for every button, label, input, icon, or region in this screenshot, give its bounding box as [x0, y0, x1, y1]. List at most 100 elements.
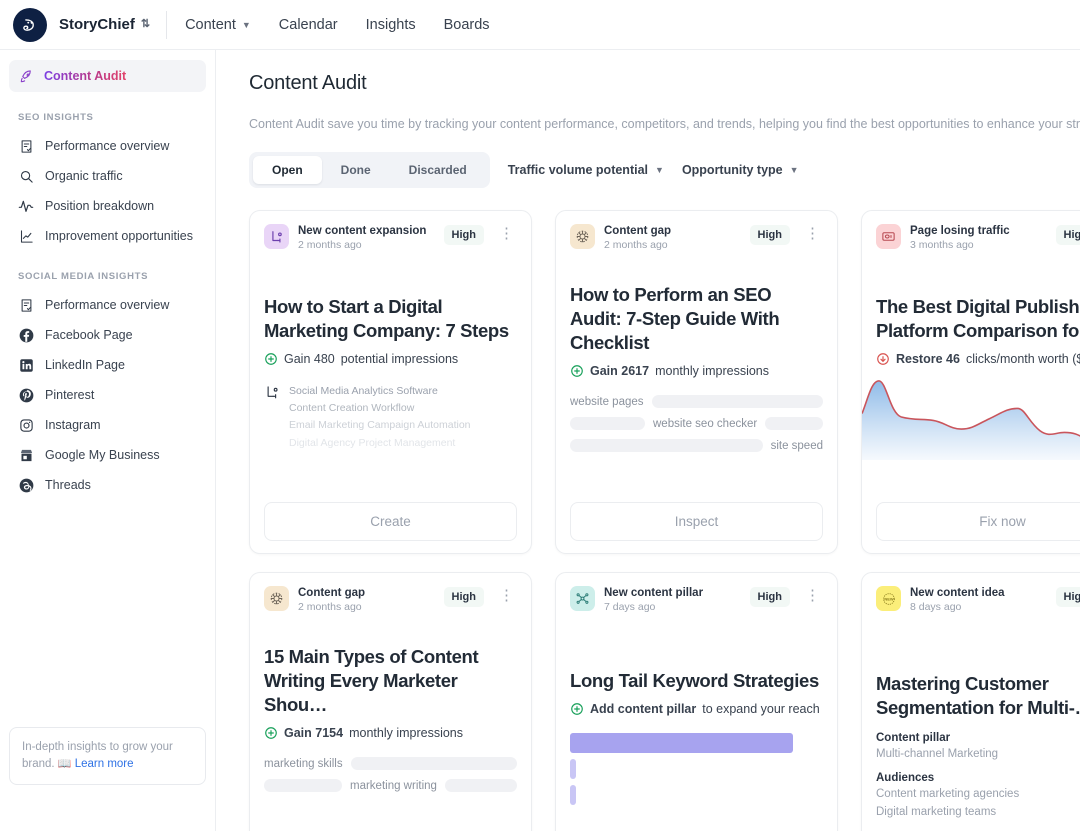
storychief-logo-icon[interactable] [13, 8, 47, 42]
card-visual-keyword-bars: website pages website seo checker site s… [570, 395, 823, 470]
card-timestamp: 2 months ago [298, 239, 435, 251]
card-meta: New content idea 8 days ago [910, 586, 1047, 613]
priority-badge: High [750, 587, 790, 607]
sidebar-group-social-media-insights: SOCIAL MEDIA INSIGHTS [9, 271, 206, 282]
page-body: Content Audit SEO INSIGHTS Performance o… [0, 50, 1080, 831]
sidebar: Content Audit SEO INSIGHTS Performance o… [0, 50, 216, 831]
card-title: 15 Main Types of Content Writing Every M… [264, 645, 517, 717]
sidebar-item-pinterest[interactable]: Pinterest [9, 380, 206, 410]
chevron-up-down-icon: ⇅ [141, 19, 150, 30]
nav-item-insights[interactable]: Insights [366, 17, 416, 33]
chevron-down-icon: ▼ [790, 165, 799, 175]
card-type-label: New content expansion [298, 224, 435, 238]
nav-item-label: Boards [444, 17, 490, 33]
card-cta-button[interactable]: Inspect [570, 502, 823, 541]
nav-item-content[interactable]: Content ▼ [185, 17, 251, 33]
card-meta: Content gap 2 months ago [298, 586, 435, 613]
sidebar-item-seo-performance-overview[interactable]: Performance overview [9, 131, 206, 161]
nav-item-boards[interactable]: Boards [444, 17, 490, 33]
card-gain-line: Add content pillar to expand your reach [570, 702, 823, 716]
new-idea-icon: NEW [876, 586, 901, 611]
card-gain-line: Gain 7154 monthly impressions [264, 726, 517, 740]
card-timestamp: 2 months ago [298, 601, 435, 613]
page-losing-traffic-icon [876, 224, 901, 249]
sidebar-item-linkedin-page[interactable]: LinkedIn Page [9, 350, 206, 380]
content-gap-icon [570, 224, 595, 249]
content-expansion-icon [264, 384, 280, 400]
sidebar-item-label: Instagram [45, 418, 101, 432]
card-menu-icon[interactable]: ⋮ [493, 224, 517, 241]
card-gain-value: Restore 46 [896, 352, 960, 366]
sidebar-item-google-my-business[interactable]: Google My Business [9, 440, 206, 470]
card-menu-icon[interactable]: ⋮ [493, 586, 517, 603]
plus-circle-icon [264, 726, 278, 740]
sidebar-item-label: Content Audit [44, 69, 126, 83]
main-content: Content Audit Content Audit save you tim… [216, 50, 1080, 831]
primary-nav: Content ▼ Calendar Insights Boards [185, 17, 490, 33]
card-visual-decline-chart [876, 383, 1080, 458]
sidebar-item-position-breakdown[interactable]: Position breakdown [9, 191, 206, 221]
card-cta-button[interactable]: Create [264, 502, 517, 541]
priority-badge: High [1056, 225, 1080, 245]
page-title: Content Audit [249, 72, 1080, 95]
sidebar-item-label: Performance overview [45, 139, 169, 153]
keyword-label: marketing writing [350, 780, 437, 792]
expansion-item: Content Creation Workflow [289, 400, 517, 417]
card-gain-line: Restore 46 clicks/month worth ($56) [876, 352, 1080, 366]
brand-switcher[interactable]: StoryChief ⇅ [59, 16, 150, 33]
sidebar-item-threads[interactable]: Threads [9, 470, 206, 500]
sidebar-item-improvement-opportunities[interactable]: Improvement opportunities [9, 221, 206, 251]
idea-meta-value: Multi-channel Marketing [876, 746, 1080, 763]
sidebar-item-social-performance-overview[interactable]: Performance overview [9, 290, 206, 320]
filter-opportunity-type[interactable]: Opportunity type ▼ [682, 163, 799, 177]
card-visual-pillar-bars [570, 733, 823, 808]
keyword-placeholder-bar [445, 779, 517, 792]
brand-name: StoryChief [59, 16, 135, 33]
keyword-label: website pages [570, 396, 644, 408]
card-gain-suffix: clicks/month worth ($56) [966, 352, 1080, 366]
expansion-tree: Social Media Analytics Software Content … [264, 383, 517, 451]
card-header: Content gap 2 months ago High ⋮ [264, 586, 517, 613]
chevron-down-icon: ▼ [242, 20, 251, 30]
card-meta: New content pillar 7 days ago [604, 586, 741, 613]
tab-done[interactable]: Done [322, 156, 390, 184]
card-meta: New content expansion 2 months ago [298, 224, 435, 251]
opportunity-card[interactable]: Page losing traffic 3 months ago High ⋮ … [861, 210, 1080, 554]
card-gain-value: Gain 7154 [284, 726, 343, 740]
opportunity-card[interactable]: Content gap 2 months ago High ⋮ How to P… [555, 210, 838, 554]
card-timestamp: 3 months ago [910, 239, 1047, 251]
idea-meta-block: Audiences Content marketing agencies Dig… [876, 772, 1080, 821]
opportunity-card[interactable]: New content expansion 2 months ago High … [249, 210, 532, 554]
sidebar-item-label: Improvement opportunities [45, 229, 193, 243]
card-cta-button[interactable]: Fix now [876, 502, 1080, 541]
card-type-label: Page losing traffic [910, 224, 1047, 238]
opportunity-card[interactable]: Content gap 2 months ago High ⋮ 15 Main … [249, 572, 532, 831]
sidebar-item-facebook-page[interactable]: Facebook Page [9, 320, 206, 350]
sidebar-item-label: Position breakdown [45, 199, 154, 213]
threads-icon [18, 477, 34, 493]
opportunity-card[interactable]: NEW New content idea 8 days ago High ⋮ M… [861, 572, 1080, 831]
pillar-bar [570, 759, 576, 779]
filter-traffic-volume-potential[interactable]: Traffic volume potential ▼ [508, 163, 664, 177]
opportunity-card[interactable]: New content pillar 7 days ago High ⋮ Lon… [555, 572, 838, 831]
sidebar-item-instagram[interactable]: Instagram [9, 410, 206, 440]
sidebar-item-content-audit[interactable]: Content Audit [9, 60, 206, 92]
keyword-placeholder-bar [570, 439, 763, 452]
sidebar-item-label: Facebook Page [45, 328, 133, 342]
card-meta: Page losing traffic 3 months ago [910, 224, 1047, 251]
card-type-label: New content pillar [604, 586, 741, 600]
keyword-placeholder-bar [351, 757, 517, 770]
nav-item-calendar[interactable]: Calendar [279, 17, 338, 33]
card-menu-icon[interactable]: ⋮ [799, 224, 823, 241]
card-menu-icon[interactable]: ⋮ [799, 586, 823, 603]
linkedin-icon [18, 357, 34, 373]
tab-discarded[interactable]: Discarded [390, 156, 486, 184]
sidebar-item-label: Google My Business [45, 448, 160, 462]
keyword-placeholder-bar [570, 417, 645, 430]
rocket-icon [18, 68, 34, 84]
tab-open[interactable]: Open [253, 156, 322, 184]
keyword-row: marketing skills [264, 757, 517, 770]
sidebar-item-organic-traffic[interactable]: Organic traffic [9, 161, 206, 191]
sidebar-item-label: Threads [45, 478, 91, 492]
learn-more-link[interactable]: Learn more [75, 758, 134, 770]
